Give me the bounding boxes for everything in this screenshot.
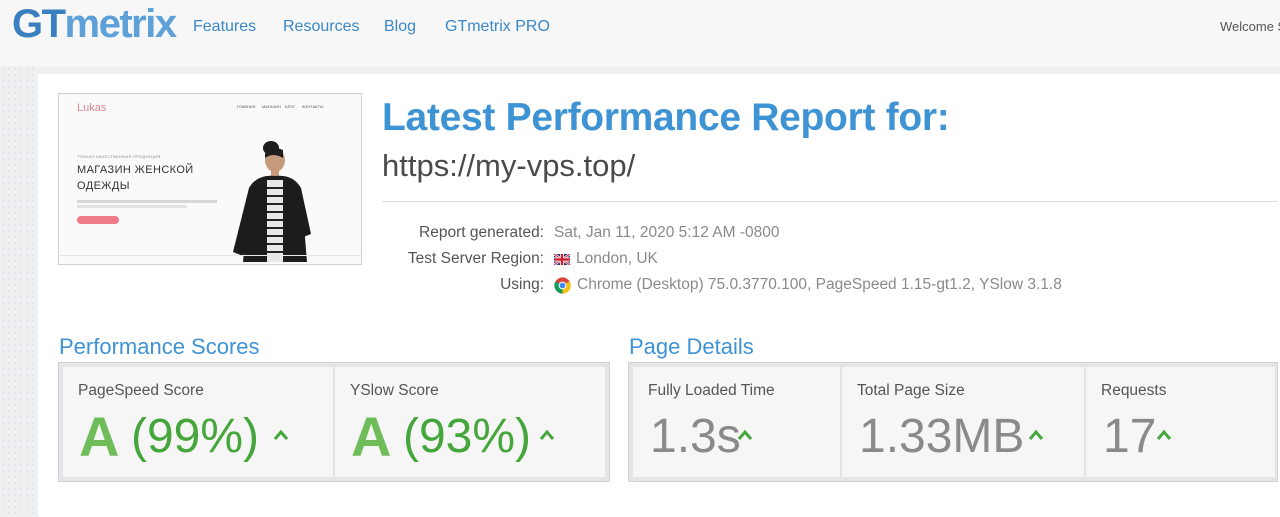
thumb-tagline: ТОЛЬКО КАЧЕСТВЕННАЯ ПРОДУКЦИЯ — [77, 154, 161, 159]
test-server-region-text: London, UK — [576, 250, 658, 267]
thumb-nav-item: БЛОГ — [285, 104, 296, 109]
nav-resources-link[interactable]: Resources — [283, 18, 359, 36]
performance-scores-title: Performance Scores — [59, 334, 260, 359]
pagespeed-score-card[interactable]: PageSpeed Score A (99%) — [63, 367, 334, 477]
loaded-up-arrow-icon — [737, 429, 753, 441]
pagespeed-up-arrow-icon — [273, 429, 289, 441]
thumb-cta-button — [77, 216, 119, 224]
nav-blog-link[interactable]: Blog — [384, 18, 416, 36]
report-generated-row: Report generated: Sat, Jan 11, 2020 5:12… — [0, 224, 1280, 244]
using-value: Chrome (Desktop) 75.0.3770.100, PageSpee… — [554, 276, 1062, 294]
total-page-size-value: 1.33MB — [859, 410, 1025, 463]
report-generated-text: Sat, Jan 11, 2020 5:12 AM -0800 — [554, 224, 780, 241]
pagespeed-grade: A — [79, 405, 120, 468]
thumb-nav-item: КОНТАКТЫ — [302, 104, 324, 109]
using-row: Using: Chrome (Desktop) 75.0.3770.100, P… — [0, 276, 1280, 296]
welcome-user-text[interactable]: Welcome S — [1220, 19, 1280, 34]
pagespeed-score-label: PageSpeed Score — [78, 382, 204, 399]
thumb-nav-item: ГЛАВНАЯ — [237, 104, 256, 109]
report-url[interactable]: https://my-vps.top/ — [382, 148, 635, 184]
report-title: Latest Performance Report for: — [382, 96, 950, 139]
using-label: Using: — [500, 276, 544, 293]
logo-metrix: metrix — [64, 2, 178, 46]
yslow-percent: (93%) — [403, 410, 532, 463]
yslow-up-arrow-icon — [539, 429, 555, 441]
fully-loaded-time-card[interactable]: Fully Loaded Time 1.3s — [633, 367, 841, 477]
pagespeed-percent: (99%) — [131, 410, 260, 463]
total-page-size-card[interactable]: Total Page Size 1.33MB — [842, 367, 1085, 477]
chrome-icon — [554, 276, 571, 294]
total-page-size-label: Total Page Size — [857, 382, 965, 399]
test-server-region-label: Test Server Region: — [407, 250, 544, 267]
fully-loaded-time-value: 1.3s — [650, 410, 741, 463]
requests-up-arrow-icon — [1156, 429, 1172, 441]
thumb-headline: МАГАЗИН ЖЕНСКОЙ ОДЕЖДЫ — [77, 162, 194, 194]
thumb-site-logo: Lukas — [77, 102, 107, 114]
test-server-region-row: Test Server Region: London, UK — [0, 250, 1280, 270]
yslow-grade: A — [351, 405, 392, 468]
thumb-headline-line2: ОДЕЖДЫ — [77, 180, 130, 192]
page-details-title: Page Details — [629, 334, 754, 359]
test-server-region-value: London, UK — [554, 250, 658, 268]
uk-flag-icon — [554, 253, 570, 265]
thumb-headline-line1: МАГАЗИН ЖЕНСКОЙ — [77, 164, 194, 176]
report-generated-value: Sat, Jan 11, 2020 5:12 AM -0800 — [554, 224, 779, 242]
logo-gt: GT — [12, 2, 66, 46]
performance-scores-panel: PageSpeed Score A (99%) YSlow Score A (9… — [58, 362, 610, 482]
nav-pro-link[interactable]: GTmetrix PRO — [445, 18, 550, 36]
report-generated-label: Report generated: — [419, 224, 544, 241]
thumb-subtext-line — [77, 200, 217, 203]
size-up-arrow-icon — [1028, 429, 1044, 441]
yslow-score-label: YSlow Score — [350, 382, 439, 399]
gtmetrix-logo[interactable]: GTmetrix — [12, 2, 178, 46]
requests-label: Requests — [1101, 382, 1167, 399]
top-navigation-bar: GTmetrix Features Resources Blog GTmetri… — [0, 0, 1280, 66]
using-text: Chrome (Desktop) 75.0.3770.100, PageSpee… — [577, 276, 1062, 293]
page-details-panel: Fully Loaded Time 1.3s Total Page Size 1… — [628, 362, 1278, 482]
header-divider — [382, 201, 1278, 202]
requests-card[interactable]: Requests 17 — [1086, 367, 1275, 477]
nav-features-link[interactable]: Features — [193, 18, 256, 36]
yslow-score-card[interactable]: YSlow Score A (93%) — [335, 367, 605, 477]
thumb-subtext-line — [77, 205, 187, 208]
requests-value: 17 — [1103, 410, 1157, 463]
thumb-nav-item: МАГАЗИН — [262, 104, 281, 109]
fully-loaded-time-label: Fully Loaded Time — [648, 382, 775, 399]
